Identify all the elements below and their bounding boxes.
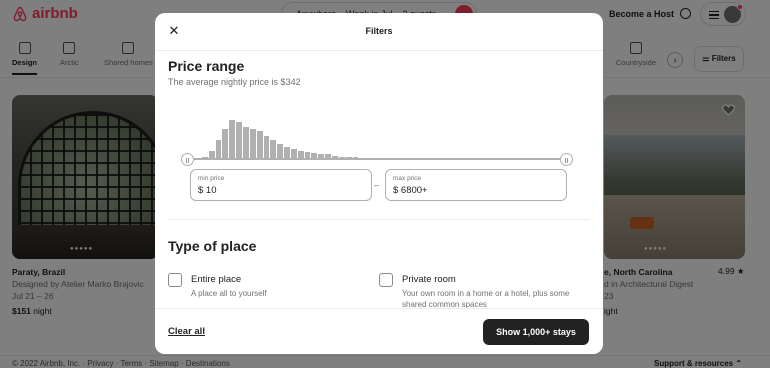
modal-header: ✕ Filters <box>155 13 603 51</box>
modal-title: Filters <box>365 26 393 36</box>
entire-place-label[interactable]: Entire place <box>191 274 241 285</box>
price-slider-track <box>187 158 567 160</box>
min-price-slider-handle[interactable] <box>181 153 194 166</box>
min-price-label: min price <box>198 175 225 182</box>
entire-place-checkbox[interactable] <box>168 273 182 287</box>
modal-footer: Clear all Show 1,000+ stays <box>155 308 603 354</box>
price-histogram <box>195 118 565 160</box>
max-price-value[interactable]: $ 6800+ <box>393 185 428 196</box>
min-price-value[interactable]: $ 10 <box>198 185 217 196</box>
price-range-subtitle: The average nightly price is $342 <box>168 77 301 87</box>
show-stays-button[interactable]: Show 1,000+ stays <box>483 319 589 345</box>
min-price-field[interactable]: min price $ 10 <box>190 169 372 201</box>
histogram-bar <box>270 140 277 160</box>
histogram-bar <box>229 120 236 160</box>
filters-modal: ✕ Filters Price range The average nightl… <box>155 13 603 354</box>
max-price-field[interactable]: max price $ 6800+ <box>385 169 567 201</box>
private-room-label[interactable]: Private room <box>402 274 456 285</box>
price-separator: – <box>374 180 380 190</box>
entire-place-description: A place all to yourself <box>191 289 267 298</box>
histogram-bar <box>236 122 242 160</box>
price-range-heading: Price range <box>168 58 245 74</box>
type-of-place-heading: Type of place <box>168 238 257 254</box>
histogram-bar <box>222 128 229 160</box>
max-price-slider-handle[interactable] <box>560 153 573 166</box>
histogram-bar <box>263 135 270 160</box>
max-price-label: max price <box>393 175 422 182</box>
histogram-bar <box>249 128 256 160</box>
histogram-bar <box>256 131 263 160</box>
section-divider <box>168 219 590 220</box>
histogram-bar <box>242 126 249 160</box>
private-room-description: Your own room in a home or a hotel, plus… <box>402 289 570 309</box>
private-room-checkbox[interactable] <box>379 273 393 287</box>
clear-all-button[interactable]: Clear all <box>168 326 205 337</box>
histogram-bar <box>215 140 222 160</box>
